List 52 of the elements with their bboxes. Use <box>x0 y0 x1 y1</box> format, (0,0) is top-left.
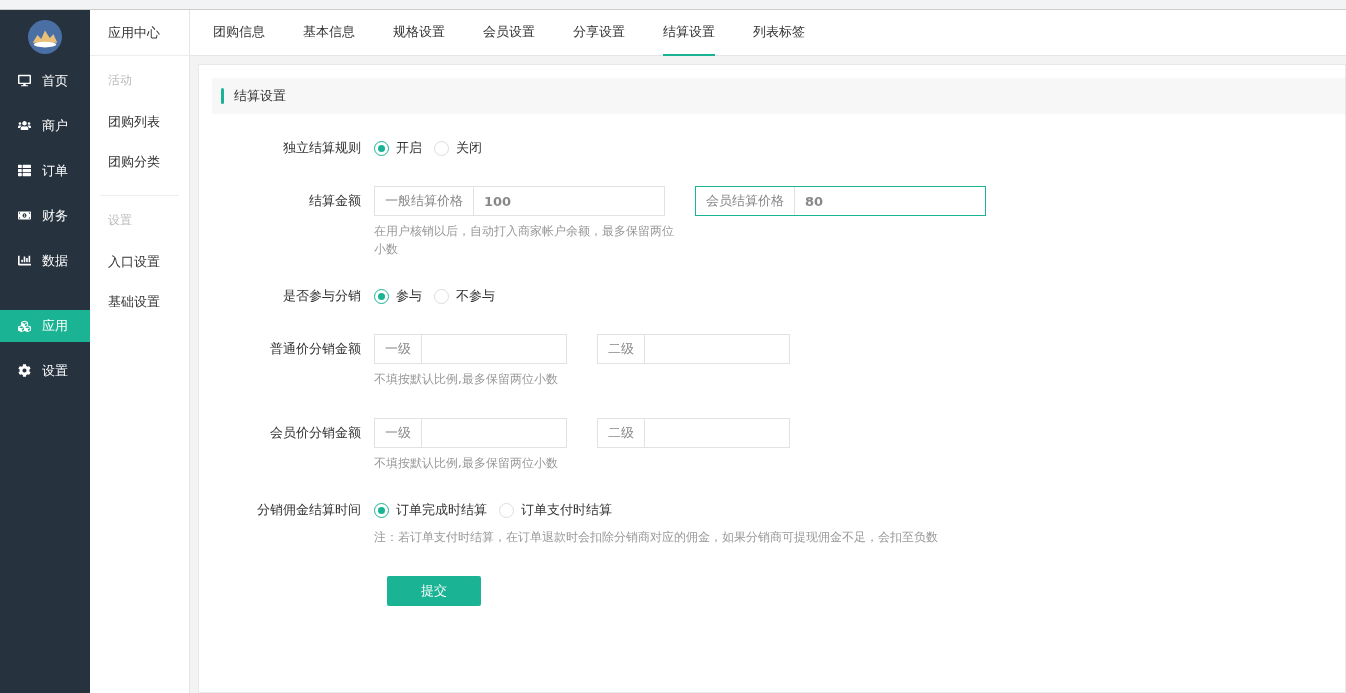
sidebar-item[interactable]: 数据 <box>0 238 90 283</box>
banknote-icon <box>18 209 31 222</box>
section-title: 结算设置 <box>234 87 286 105</box>
tab[interactable]: 规格设置 <box>393 10 445 56</box>
logo-icon <box>28 20 62 54</box>
help-text: 注：若订单支付时结算，在订单退款时会扣除分销商对应的佣金，如果分销商可提现佣金不足，会扣至负数 <box>374 529 938 546</box>
help-text: 在用户核销以后，自动打入商家帐户余额，最多保留两位小数 <box>374 223 675 258</box>
field-label: 分销佣金结算时间 <box>256 502 362 519</box>
radio-option[interactable]: 开启 <box>374 139 422 157</box>
sidebar-item[interactable]: 设置 <box>0 348 90 393</box>
group-title: 活动 <box>107 72 133 89</box>
help-text: 不填按默认比例,最多保留两位小数 <box>374 371 559 388</box>
subnav-item[interactable]: 团购列表 <box>100 107 179 137</box>
cubes-icon <box>18 319 31 333</box>
field-label: 独立结算规则 <box>282 140 362 156</box>
sidebar-item[interactable]: 订单 <box>0 148 90 193</box>
input-group[interactable]: 一级 <box>374 334 567 364</box>
gear-icon <box>18 364 31 377</box>
group-title: 设置 <box>107 212 133 229</box>
radio-option[interactable]: 订单完成时结算 <box>374 501 487 519</box>
bar-chart-icon <box>18 254 31 267</box>
field-label: 是否参与分销 <box>282 288 362 304</box>
input-group[interactable]: 二级 <box>597 418 790 448</box>
radio-option[interactable]: 不参与 <box>434 287 495 305</box>
tab[interactable]: 结算设置 <box>663 10 715 56</box>
subnav-title: 应用中心 <box>90 10 189 56</box>
input-group[interactable]: 一级 <box>374 418 567 448</box>
tab[interactable]: 基本信息 <box>303 10 355 56</box>
radio-option[interactable]: 参与 <box>374 287 422 305</box>
radio-option[interactable]: 关闭 <box>434 139 482 157</box>
sidebar-item[interactable]: 商户 <box>0 103 90 148</box>
tab[interactable]: 团购信息 <box>213 10 265 56</box>
radio-option[interactable]: 订单支付时结算 <box>499 501 612 519</box>
subnav-item[interactable]: 入口设置 <box>100 247 179 277</box>
tab[interactable]: 会员设置 <box>483 10 535 56</box>
field-label: 结算金额 <box>308 192 362 210</box>
field-label: 普通价分销金额 <box>269 340 362 358</box>
sidebar-item[interactable]: 财务 <box>0 193 90 238</box>
input-group[interactable]: 二级 <box>597 334 790 364</box>
tab[interactable]: 列表标签 <box>753 10 805 56</box>
field-label: 会员价分销金额 <box>269 424 362 442</box>
users-icon <box>18 119 31 132</box>
monitor-icon <box>18 74 31 87</box>
subnav-item[interactable]: 基础设置 <box>100 287 179 317</box>
input-group[interactable]: 会员结算价格 80 <box>695 186 986 216</box>
sidebar-item[interactable]: 首页 <box>0 58 90 103</box>
input-group[interactable]: 一般结算价格 100 <box>374 186 665 216</box>
accent-bar <box>221 88 224 104</box>
subnav-item[interactable]: 团购分类 <box>100 147 179 177</box>
tab[interactable]: 分享设置 <box>573 10 625 56</box>
list-icon <box>18 164 31 177</box>
help-text: 不填按默认比例,最多保留两位小数 <box>374 455 559 472</box>
